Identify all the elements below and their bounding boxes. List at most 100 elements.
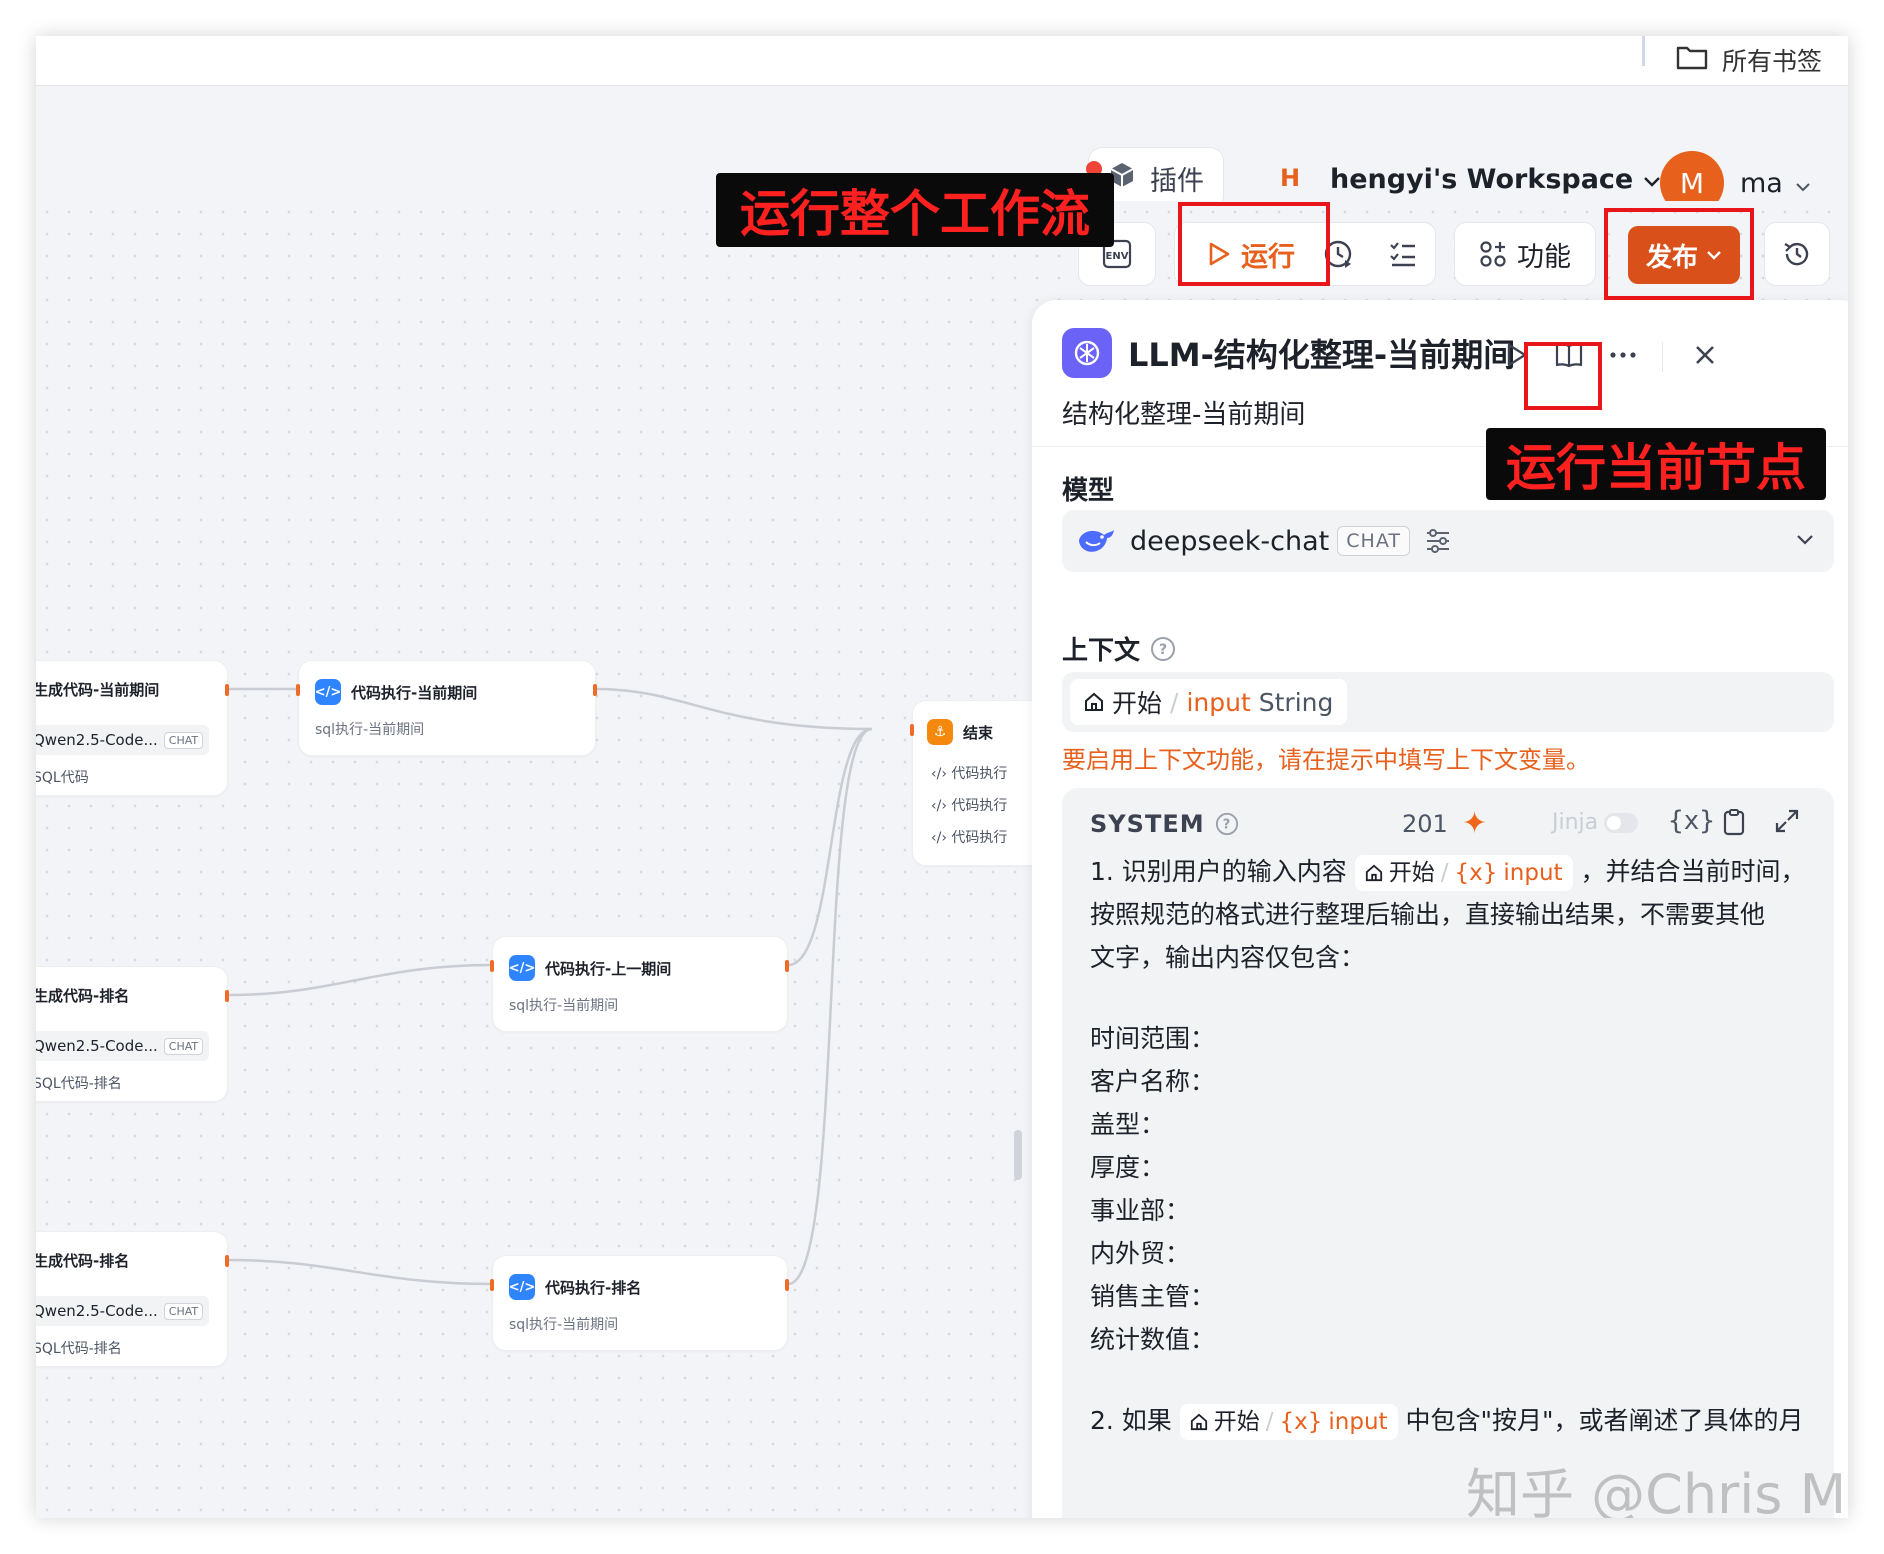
context-var-name: input xyxy=(1186,687,1251,717)
version-history-button[interactable] xyxy=(1764,222,1830,286)
more-icon xyxy=(1610,352,1636,358)
prompt-line: 1. 识别用户的输入内容 开始 / {x} input ，并结合当前时间， xyxy=(1090,850,1810,893)
end-output-row: ‹/› 代码执行 xyxy=(931,766,1008,782)
prompt-field: 内外贸： xyxy=(1090,1239,1191,1268)
jinja-label: Jinja xyxy=(1552,810,1599,835)
node-code-exec-rank[interactable]: </> 代码执行-排名 sql执行-当前期间 xyxy=(490,1255,789,1351)
output-port[interactable] xyxy=(593,684,597,696)
system-prompt-label: SYSTEM ? xyxy=(1090,810,1239,838)
variable-chip[interactable]: 开始 / {x} input xyxy=(1354,855,1573,891)
features-button[interactable]: 功能 xyxy=(1454,222,1596,286)
variable-chip[interactable]: 开始 / {x} input xyxy=(1179,1404,1398,1440)
llm-node-icon xyxy=(1062,328,1112,378)
node-title: 生成代码-当前期间 xyxy=(36,681,160,699)
node-output: SQL代码-排名 xyxy=(36,1341,122,1357)
prompt-field: 事业部： xyxy=(1090,1196,1191,1225)
node-model-chip: Qwen2.5-Code... CHAT xyxy=(36,1296,209,1326)
node-code-exec-previous[interactable]: </> 代码执行-上一期间 sql执行-当前期间 xyxy=(490,936,789,1032)
output-port[interactable] xyxy=(225,684,229,696)
node-output: SQL代码 xyxy=(36,770,89,786)
code-icon: </> xyxy=(509,1274,535,1300)
panel-resize-handle[interactable] xyxy=(1014,1130,1022,1180)
node-description[interactable]: 结构化整理-当前期间 xyxy=(1062,394,1305,431)
node-model-chip: Qwen2.5-Code... CHAT xyxy=(36,725,209,755)
node-title: 代码执行-当前期间 xyxy=(351,683,478,702)
more-options-button[interactable] xyxy=(1598,330,1648,380)
insert-variable-icon[interactable]: {x} xyxy=(1668,806,1715,836)
chip-node-name: 开始 xyxy=(1388,859,1435,886)
prompt-text: 2. 如果 xyxy=(1090,1406,1172,1435)
node-generate-code-rank-2[interactable]: 生成代码-排名 Qwen2.5-Code... CHAT SQL代码-排名 xyxy=(36,1231,229,1367)
help-icon[interactable]: ? xyxy=(1150,636,1176,662)
node-model-tag: CHAT xyxy=(163,1037,204,1055)
prompt-text: ，并结合当前时间， xyxy=(1580,857,1806,886)
input-port[interactable] xyxy=(490,960,494,972)
context-node-name: 开始 xyxy=(1112,689,1163,718)
node-subtitle: sql执行-当前期间 xyxy=(315,722,425,738)
prompt-field: 客户名称： xyxy=(1090,1067,1216,1096)
context-var-type: String xyxy=(1258,687,1334,717)
prompt-line: 文字，输出内容仅包含： xyxy=(1090,943,1366,972)
model-section-label: 模型 xyxy=(1062,470,1114,507)
checklist-icon[interactable] xyxy=(1388,239,1418,269)
path-separator: / xyxy=(1265,1408,1274,1435)
prompt-line: 按照规范的格式进行整理后输出，直接输出结果，不需要其他 xyxy=(1090,900,1766,929)
home-icon xyxy=(1085,692,1103,711)
chip-node-name: 开始 xyxy=(1213,1408,1260,1435)
end-icon: ⚓ xyxy=(927,719,953,745)
token-count: 201 xyxy=(1402,810,1448,838)
context-variable-chip[interactable]: 开始 / input String xyxy=(1070,679,1348,725)
header-divider xyxy=(1662,342,1663,372)
code-icon: </> xyxy=(315,679,341,705)
svg-text:?: ? xyxy=(1222,818,1230,833)
end-row-label: 代码执行 xyxy=(951,766,1008,782)
model-section-text: 模型 xyxy=(1062,476,1115,506)
svg-text:?: ? xyxy=(1159,642,1167,658)
jinja-toggle[interactable]: Jinja xyxy=(1552,810,1639,835)
output-port[interactable] xyxy=(785,960,789,972)
model-selector[interactable]: deepseek-chat CHAT xyxy=(1062,510,1834,572)
prompt-field: 时间范围： xyxy=(1090,1024,1216,1053)
home-icon xyxy=(1190,1413,1207,1431)
node-generate-code-current[interactable]: 生成代码-当前期间 Qwen2.5-Code... CHAT SQL代码 xyxy=(36,660,229,796)
end-row-label: 代码执行 xyxy=(951,798,1008,814)
highlight-run-node-button xyxy=(1524,342,1602,410)
output-port[interactable] xyxy=(225,990,229,1002)
clipboard-icon[interactable] xyxy=(1722,808,1746,840)
node-code-exec-current[interactable]: </> 代码执行-当前期间 sql执行-当前期间 xyxy=(296,660,597,756)
input-port[interactable] xyxy=(296,684,300,696)
expand-icon[interactable] xyxy=(1774,808,1800,838)
highlight-run-button xyxy=(1178,202,1330,286)
help-icon[interactable]: ? xyxy=(1215,812,1239,836)
prompt-field: 盖型： xyxy=(1090,1110,1166,1139)
close-panel-button[interactable] xyxy=(1680,330,1730,380)
context-warning: 要启用上下文功能，请在提示中填写上下文变量。 xyxy=(1062,746,1590,774)
output-port[interactable] xyxy=(225,1255,229,1267)
context-section-label: 上下文 ? xyxy=(1062,630,1176,667)
prompt-field: 厚度： xyxy=(1090,1153,1166,1182)
node-subtitle: sql执行-当前期间 xyxy=(509,998,619,1014)
variable-symbol: {x} xyxy=(1279,1408,1323,1435)
node-generate-code-rank[interactable]: 生成代码-排名 Qwen2.5-Code... CHAT SQL代码-排名 xyxy=(36,966,229,1102)
system-label-text: SYSTEM xyxy=(1090,810,1205,838)
node-title: 结束 xyxy=(963,723,994,742)
prompt-text: 1. 识别用户的输入内容 xyxy=(1090,857,1347,886)
context-variable-field[interactable]: 开始 / input String xyxy=(1062,672,1834,732)
system-prompt-text[interactable]: 1. 识别用户的输入内容 开始 / {x} input ，并结合当前时间， 按照… xyxy=(1090,850,1810,1442)
output-port[interactable] xyxy=(785,1279,789,1291)
toggle-switch[interactable] xyxy=(1604,812,1639,833)
model-settings-icon[interactable] xyxy=(1424,527,1452,555)
annotation-run-workflow: 运行整个工作流 xyxy=(716,173,1114,247)
node-title: 代码执行-排名 xyxy=(545,1278,642,1297)
end-row-label: 代码执行 xyxy=(951,830,1008,846)
prompt-field: 销售主管： xyxy=(1090,1282,1216,1311)
context-section-text: 上下文 xyxy=(1062,636,1141,666)
prompt-text: 中包含"按月"，或者阐述了具体的月 xyxy=(1405,1406,1804,1435)
input-port[interactable] xyxy=(910,724,914,736)
sparkle-icon[interactable]: ✦ xyxy=(1462,806,1487,841)
input-port[interactable] xyxy=(490,1279,494,1291)
system-prompt-editor[interactable]: SYSTEM ? 201 ✦ Jinja {x} 1. 识别用户的输入内容 开始… xyxy=(1062,788,1834,1518)
variable-symbol: {x} xyxy=(1454,859,1498,886)
chip-var-name: input xyxy=(1328,1408,1388,1435)
